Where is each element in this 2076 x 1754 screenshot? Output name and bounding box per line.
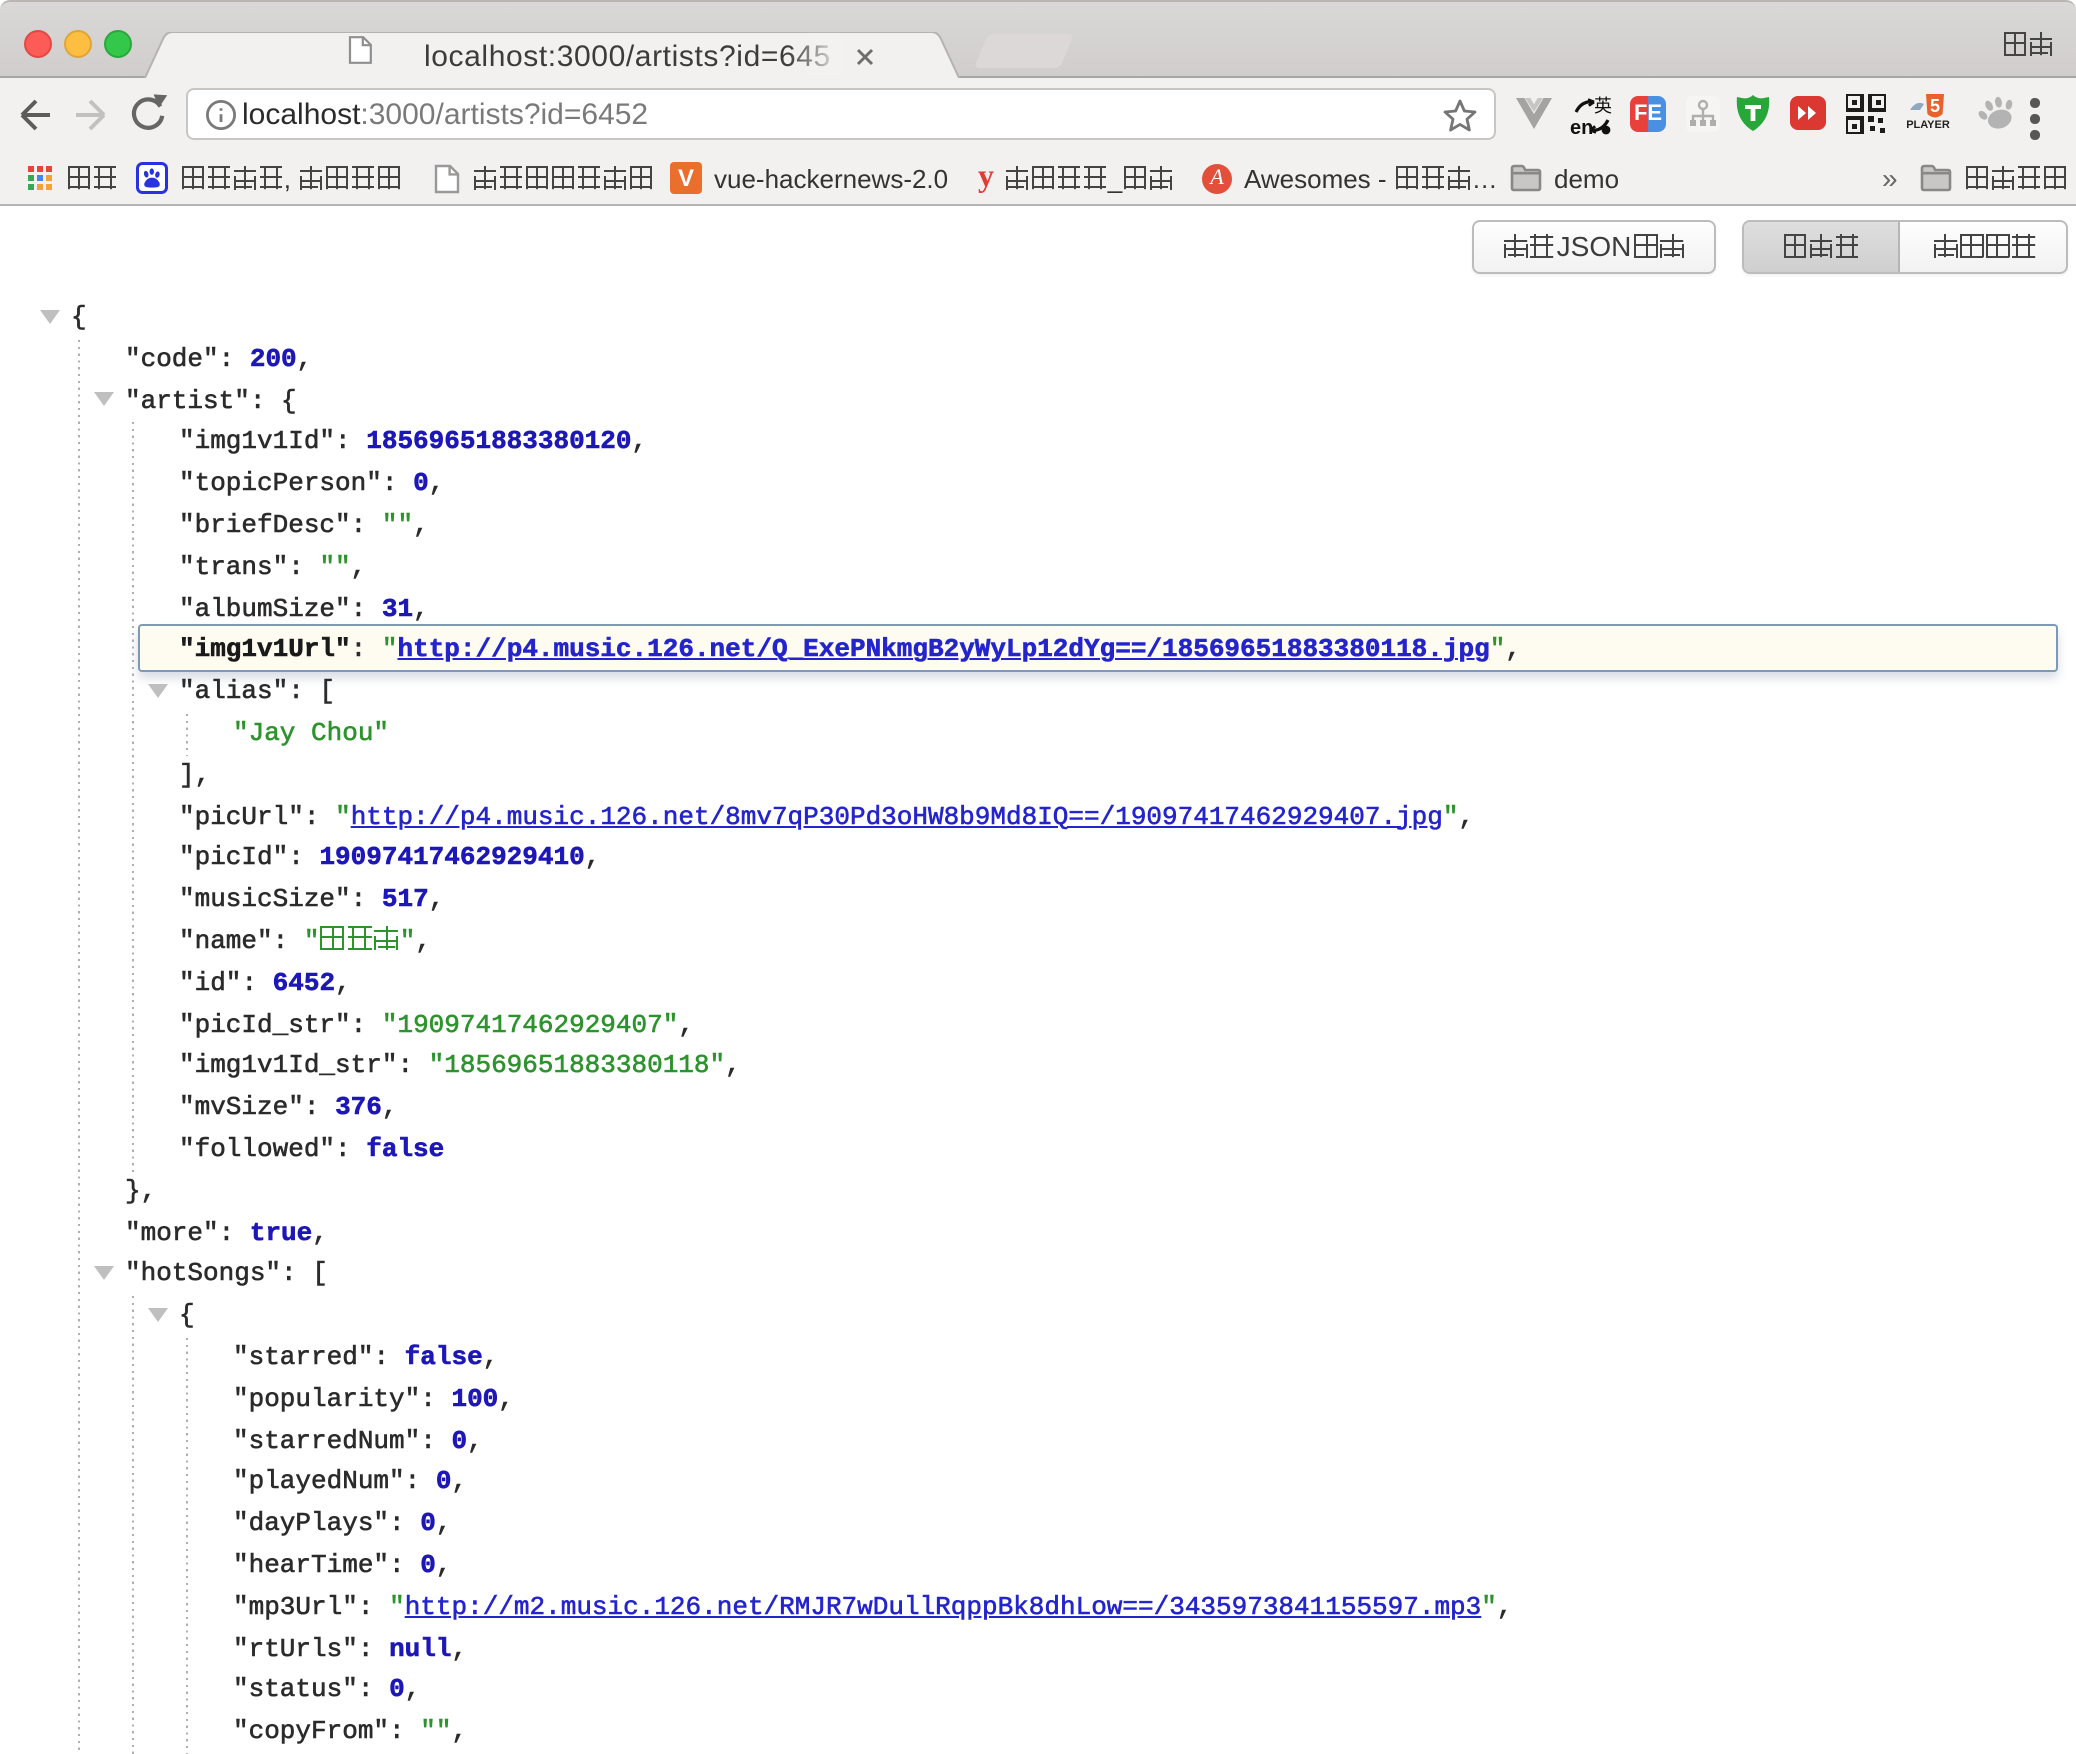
svg-text:5: 5 [1930,96,1940,116]
